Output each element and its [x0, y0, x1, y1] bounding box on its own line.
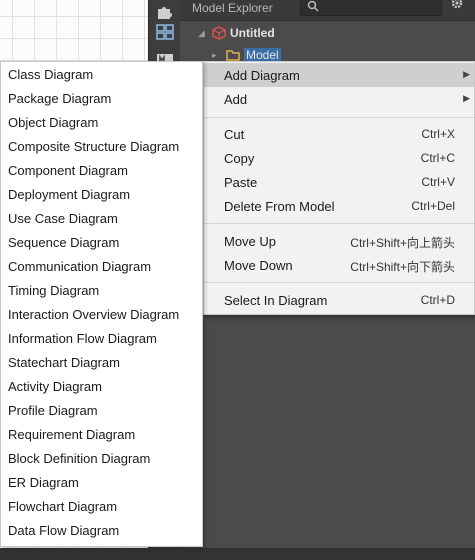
submenu-item-information-flow-diagram[interactable]: Information Flow Diagram — [8, 327, 198, 351]
menu-item-shortcut: Ctrl+D — [420, 293, 455, 307]
submenu-item-flowchart-diagram[interactable]: Flowchart Diagram — [8, 495, 198, 519]
model-explorer-title: Model Explorer — [192, 1, 273, 15]
menu-item-shortcut: Ctrl+Shift+向下箭头 — [350, 260, 455, 274]
bottom-panel-bar — [0, 548, 475, 560]
submenu-arrow-icon: ▶ — [463, 69, 470, 79]
menu-item-label: Move Up — [224, 234, 277, 249]
submenu-item-use-case-diagram[interactable]: Use Case Diagram — [8, 207, 198, 231]
search-icon — [307, 0, 319, 17]
menu-separator — [204, 282, 474, 283]
menu-item-add-diagram[interactable]: Add Diagram ▶ — [204, 63, 474, 87]
menu-item-label: Copy — [224, 151, 255, 166]
context-menu: Add Diagram ▶ Add ▶ Cut Ctrl+X Copy Ctrl… — [203, 61, 475, 315]
model-explorer-header: Model Explorer — [180, 0, 475, 21]
tree-item-project[interactable]: ◢ Untitled — [198, 24, 275, 42]
submenu-item-interaction-overview-diagram[interactable]: Interaction Overview Diagram — [8, 303, 198, 327]
submenu-arrow-icon: ▶ — [463, 93, 470, 103]
menu-item-shortcut: Ctrl+Shift+向上箭头 — [350, 236, 455, 250]
menu-separator — [204, 223, 474, 224]
collapse-caret-icon[interactable]: ▸ — [212, 50, 226, 61]
submenu-item-er-diagram[interactable]: ER Diagram — [8, 471, 198, 495]
menu-item-shortcut: Ctrl+Del — [411, 199, 455, 213]
submenu-item-activity-diagram[interactable]: Activity Diagram — [8, 375, 198, 399]
submenu-item-composite-structure-diagram[interactable]: Composite Structure Diagram — [8, 135, 198, 159]
menu-item-label: Select In Diagram — [224, 293, 328, 308]
menu-item-cut[interactable]: Cut Ctrl+X — [204, 122, 474, 146]
menu-item-copy[interactable]: Copy Ctrl+C — [204, 146, 474, 170]
menu-item-delete-from-model[interactable]: Delete From Model Ctrl+Del — [204, 194, 474, 218]
menu-item-label: Delete From Model — [224, 199, 335, 214]
menu-item-select-in-diagram[interactable]: Select In Diagram Ctrl+D — [204, 288, 474, 312]
menu-item-paste[interactable]: Paste Ctrl+V — [204, 170, 474, 194]
menu-item-move-down[interactable]: Move Down Ctrl+Shift+向下箭头 — [204, 253, 474, 277]
menu-item-label: Cut — [224, 127, 245, 142]
tree-item-label: Model — [244, 48, 281, 62]
layout-icon[interactable] — [153, 20, 177, 44]
submenu-item-requirement-diagram[interactable]: Requirement Diagram — [8, 423, 198, 447]
submenu-item-block-definition-diagram[interactable]: Block Definition Diagram — [8, 447, 198, 471]
submenu-item-communication-diagram[interactable]: Communication Diagram — [8, 255, 198, 279]
menu-item-shortcut: Ctrl+C — [420, 151, 455, 165]
project-icon — [212, 26, 226, 40]
submenu-item-sequence-diagram[interactable]: Sequence Diagram — [8, 231, 198, 255]
submenu-item-statechart-diagram[interactable]: Statechart Diagram — [8, 351, 198, 375]
menu-item-label: Add — [224, 92, 248, 107]
menu-item-shortcut: Ctrl+X — [421, 127, 455, 141]
tree-item-label: Untitled — [230, 26, 275, 40]
model-explorer-search-input[interactable] — [300, 0, 442, 16]
folder-icon — [226, 49, 240, 61]
menu-item-label: Move Down — [224, 258, 293, 273]
expand-caret-icon[interactable]: ◢ — [198, 28, 212, 39]
submenu-item-class-diagram[interactable]: Class Diagram — [8, 63, 198, 87]
add-diagram-submenu: Class Diagram Package Diagram Object Dia… — [0, 61, 203, 547]
menu-item-move-up[interactable]: Move Up Ctrl+Shift+向上箭头 — [204, 229, 474, 253]
menu-item-label: Add Diagram — [224, 68, 300, 83]
menu-separator — [204, 117, 474, 118]
submenu-item-profile-diagram[interactable]: Profile Diagram — [8, 399, 198, 423]
submenu-item-package-diagram[interactable]: Package Diagram — [8, 87, 198, 111]
menu-item-label: Paste — [224, 175, 258, 190]
submenu-item-data-flow-diagram[interactable]: Data Flow Diagram — [8, 519, 198, 543]
gear-icon[interactable] — [450, 0, 464, 15]
submenu-item-timing-diagram[interactable]: Timing Diagram — [8, 279, 198, 303]
submenu-item-object-diagram[interactable]: Object Diagram — [8, 111, 198, 135]
menu-item-add[interactable]: Add ▶ — [204, 87, 474, 111]
submenu-item-deployment-diagram[interactable]: Deployment Diagram — [8, 183, 198, 207]
menu-item-shortcut: Ctrl+V — [421, 175, 455, 189]
submenu-item-component-diagram[interactable]: Component Diagram — [8, 159, 198, 183]
